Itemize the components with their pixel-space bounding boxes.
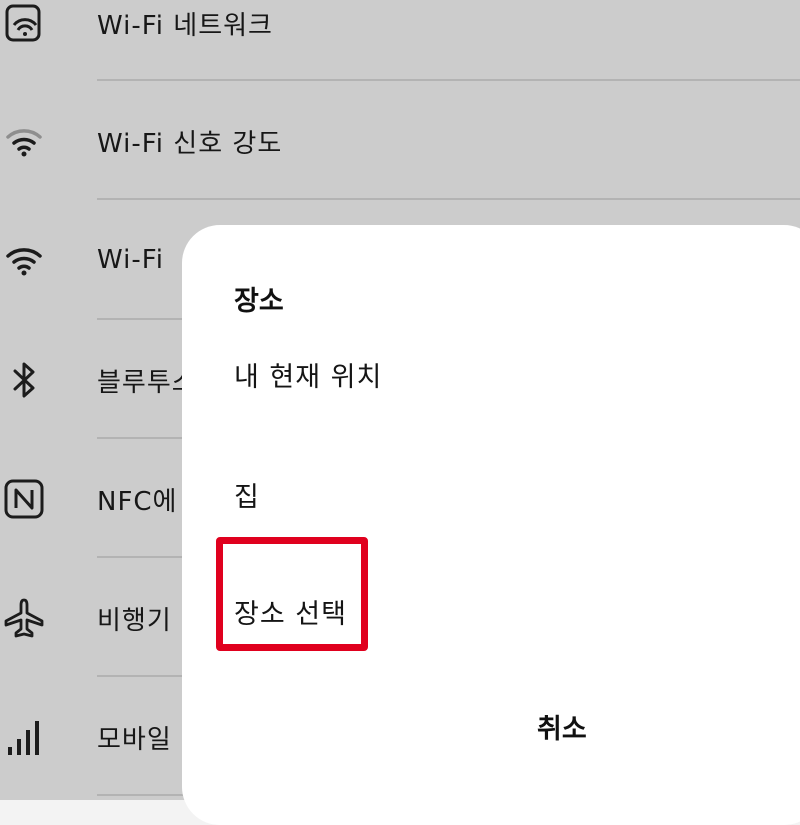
option-home[interactable]: 집 [234,475,260,514]
dialog-title: 장소 [234,286,284,317]
option-select-place[interactable]: 장소 선택 [234,592,347,631]
cancel-button[interactable]: 취소 [537,707,587,746]
option-current-location[interactable]: 내 현재 위치 [234,355,382,394]
place-dialog: 장소 내 현재 위치 집 장소 선택 취소 [182,225,800,825]
